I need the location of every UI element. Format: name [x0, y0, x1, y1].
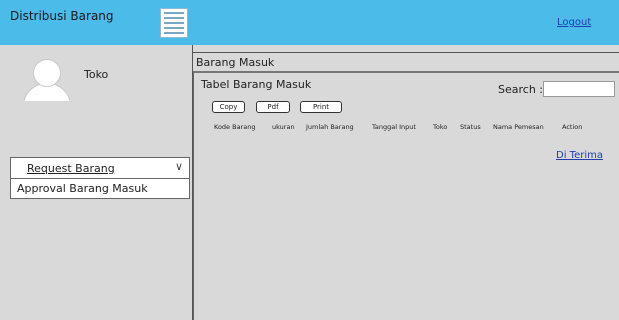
- app-title: Distribusi Barang: [10, 9, 114, 23]
- search-input[interactable]: [543, 81, 615, 97]
- copy-button[interactable]: Copy: [212, 101, 245, 113]
- column-header-action: Action: [562, 123, 583, 131]
- print-button[interactable]: Print: [300, 101, 342, 113]
- column-header-ukuran: ukuran: [272, 123, 295, 131]
- avatar-icon: [21, 55, 71, 101]
- sidebar: Toko Request Barang ∨ Approval Barang Ma…: [0, 45, 193, 320]
- column-header-kode-barang: Kode Barang: [214, 123, 256, 131]
- main-content: Barang Masuk Tabel Barang Masuk Search :…: [193, 45, 619, 320]
- panel-title: Barang Masuk: [193, 52, 619, 72]
- menu-item-approval-barang-masuk[interactable]: Approval Barang Masuk: [10, 178, 190, 199]
- logout-link[interactable]: Logout: [557, 17, 591, 28]
- header-bar: Distribusi Barang Logout: [0, 0, 619, 45]
- pdf-button[interactable]: Pdf: [256, 101, 290, 113]
- request-barang-dropdown[interactable]: Request Barang ∨: [10, 157, 190, 179]
- dropdown-selected-label: Request Barang: [27, 161, 115, 175]
- di-terima-link[interactable]: Di Terima: [556, 150, 603, 161]
- column-header-status: Status: [460, 123, 481, 131]
- column-header-tanggal-input: Tanggal Input: [372, 123, 416, 131]
- column-header-toko: Toko: [433, 123, 448, 131]
- user-role-label: Toko: [84, 68, 109, 81]
- table-panel: Tabel Barang Masuk Search : Copy Pdf Pri…: [193, 72, 619, 320]
- column-header-nama-pemesan: Nama Pemesan: [493, 123, 544, 131]
- search-label: Search :: [498, 83, 543, 96]
- menu-icon[interactable]: [160, 8, 188, 38]
- table-title: Tabel Barang Masuk: [201, 78, 312, 91]
- column-header-jumlah-barang: Jumlah Barang: [306, 123, 354, 131]
- chevron-down-icon[interactable]: ∨: [175, 160, 183, 173]
